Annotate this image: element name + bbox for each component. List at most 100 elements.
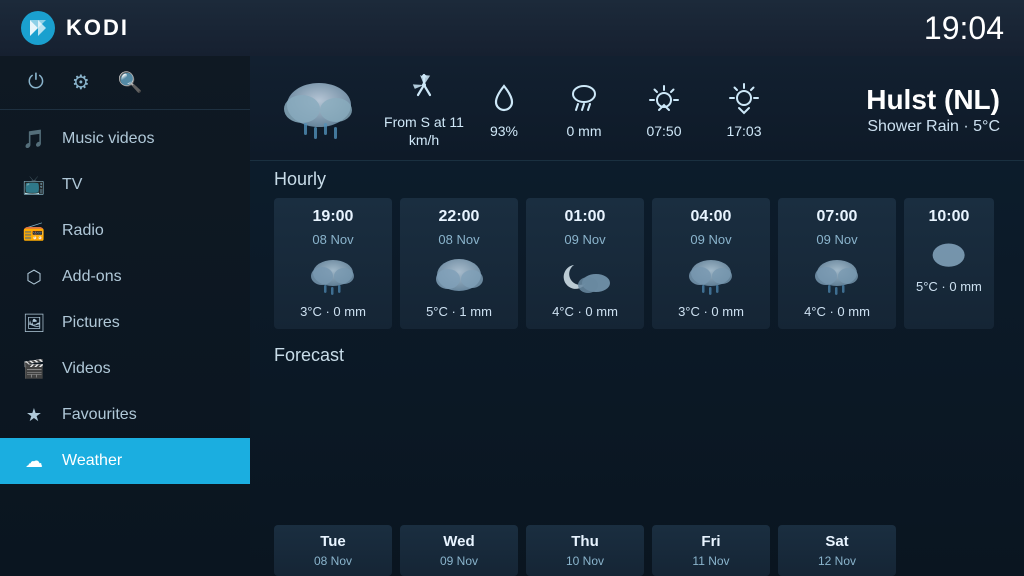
forecast-date-tue: 08 Nov — [314, 554, 352, 568]
hour-icon-1 — [306, 253, 361, 298]
hour-time-4: 04:00 — [691, 208, 732, 226]
hour-card-3[interactable]: 01:00 09 Nov 4°C · 0 mm — [526, 198, 644, 329]
hour-time-5: 07:00 — [817, 208, 858, 226]
hour-icon-6 — [929, 238, 969, 273]
sidebar-label-weather: Weather — [62, 452, 122, 470]
sidebar-item-pictures[interactable]: 🖼 Pictures — [0, 300, 250, 346]
topbar-left: KODI — [20, 10, 129, 46]
weather-stats-row: From S at 11 km/h 93% — [384, 71, 784, 149]
forecast-day-sat: Sat — [825, 533, 848, 550]
hour-icon-5 — [810, 253, 865, 298]
tv-icon: 📺 — [22, 173, 46, 197]
sidebar-label-videos: Videos — [62, 360, 111, 378]
rain-icon — [566, 80, 602, 116]
forecast-card-thu[interactable]: Thu 10 Nov — [526, 525, 644, 576]
weather-header: From S at 11 km/h 93% — [250, 56, 1024, 161]
clock-display: 19:04 — [924, 10, 1004, 47]
hour-card-6[interactable]: 10:00 5°C · 0 mm — [904, 198, 994, 329]
weather-condition: Shower Rain · 5°C — [867, 118, 1000, 136]
radio-icon: 📻 — [22, 219, 46, 243]
hour-time-6: 10:00 — [928, 208, 969, 226]
forecast-day-wed: Wed — [443, 533, 474, 550]
hour-date-1: 08 Nov — [312, 232, 353, 247]
sidebar-item-weather[interactable]: ☁ Weather — [0, 438, 250, 484]
sidebar: ⏻ ⚙ 🔍 🎵 Music videos 📺 TV 📻 Radio ⬡ Add-… — [0, 56, 250, 576]
sidebar-label-radio: Radio — [62, 222, 104, 240]
forecast-card-tue[interactable]: Tue 08 Nov — [274, 525, 392, 576]
sunset-value: 17:03 — [726, 122, 761, 140]
hour-temp-4: 3°C · 0 mm — [678, 304, 744, 319]
hour-temp-3: 4°C · 0 mm — [552, 304, 618, 319]
wind-stat: From S at 11 km/h — [384, 71, 464, 149]
hour-date-2: 08 Nov — [438, 232, 479, 247]
sunset-icon — [726, 80, 762, 116]
sunrise-stat: 07:50 — [624, 80, 704, 140]
forecast-card-wed[interactable]: Wed 09 Nov — [400, 525, 518, 576]
sidebar-item-addons[interactable]: ⬡ Add-ons — [0, 254, 250, 300]
weather-location-block: Hulst (NL) Shower Rain · 5°C — [804, 84, 1000, 136]
humidity-icon — [486, 80, 522, 116]
sidebar-item-music-videos[interactable]: 🎵 Music videos — [0, 116, 250, 162]
favourites-icon: ★ — [22, 403, 46, 427]
forecast-day-fri: Fri — [701, 533, 720, 550]
hour-time-3: 01:00 — [565, 208, 606, 226]
forecast-day-tue: Tue — [320, 533, 346, 550]
music-videos-icon: 🎵 — [22, 127, 46, 151]
main-weather-icon — [274, 70, 364, 150]
sidebar-nav: 🎵 Music videos 📺 TV 📻 Radio ⬡ Add-ons 🖼 … — [0, 110, 250, 576]
hour-card-5[interactable]: 07:00 09 Nov 4°C · 0 mm — [778, 198, 896, 329]
sidebar-label-pictures: Pictures — [62, 314, 120, 332]
hour-card-1[interactable]: 19:00 08 Nov 3°C · 0 mm — [274, 198, 392, 329]
forecast-card-fri[interactable]: Fri 11 Nov — [652, 525, 770, 576]
pictures-icon: 🖼 — [22, 311, 46, 335]
hour-temp-2: 5°C · 1 mm — [426, 304, 492, 319]
sidebar-label-music-videos: Music videos — [62, 130, 154, 148]
humidity-value: 93% — [490, 122, 518, 140]
sidebar-item-tv[interactable]: 📺 TV — [0, 162, 250, 208]
topbar: KODI 19:04 — [0, 0, 1024, 56]
sidebar-item-videos[interactable]: 🎬 Videos — [0, 346, 250, 392]
hour-date-5: 09 Nov — [816, 232, 857, 247]
weather-location: Hulst (NL) — [866, 84, 1000, 116]
forecast-date-thu: 10 Nov — [566, 554, 604, 568]
sidebar-item-radio[interactable]: 📻 Radio — [0, 208, 250, 254]
sunrise-value: 07:50 — [646, 122, 681, 140]
power-icon[interactable]: ⏻ — [28, 71, 44, 94]
hour-date-3: 09 Nov — [564, 232, 605, 247]
rain-stat: 0 mm — [544, 80, 624, 140]
forecast-date-fri: 11 Nov — [692, 554, 729, 568]
hour-time-2: 22:00 — [439, 208, 480, 226]
hour-icon-2 — [432, 253, 487, 298]
forecast-day-thu: Thu — [571, 533, 599, 550]
settings-icon[interactable]: ⚙ — [72, 70, 90, 95]
wind-value: From S at 11 km/h — [384, 113, 464, 149]
app-title: KODI — [66, 15, 129, 41]
main-layout: ⏻ ⚙ 🔍 🎵 Music videos 📺 TV 📻 Radio ⬡ Add-… — [0, 56, 1024, 576]
hour-temp-1: 3°C · 0 mm — [300, 304, 366, 319]
sidebar-label-addons: Add-ons — [62, 268, 122, 286]
hour-icon-3 — [558, 253, 613, 298]
addons-icon: ⬡ — [22, 265, 46, 289]
weather-icon: ☁ — [22, 449, 46, 473]
humidity-stat: 93% — [464, 80, 544, 140]
hour-card-4[interactable]: 04:00 09 Nov 3°C · 0 mm — [652, 198, 770, 329]
forecast-date-sat: 12 Nov — [818, 554, 856, 568]
cloud-rain-main-icon — [274, 73, 364, 148]
sunrise-icon — [646, 80, 682, 116]
forecast-card-sat[interactable]: Sat 12 Nov — [778, 525, 896, 576]
search-icon[interactable]: 🔍 — [118, 70, 143, 95]
videos-icon: 🎬 — [22, 357, 46, 381]
forecast-row: Tue 08 Nov Wed 09 Nov Thu 10 Nov Fri 11 … — [250, 521, 1024, 576]
hourly-wrapper: 19:00 08 Nov 3°C · 0 mm 22:00 — [250, 194, 1024, 337]
sidebar-top-icons: ⏻ ⚙ 🔍 — [0, 56, 250, 110]
hour-icon-4 — [684, 253, 739, 298]
forecast-section-label: Forecast — [250, 337, 1024, 521]
sidebar-item-favourites[interactable]: ★ Favourites — [0, 392, 250, 438]
hourly-section-label: Hourly — [250, 161, 1024, 194]
hour-time-1: 19:00 — [313, 208, 354, 226]
kodi-logo-icon — [20, 10, 56, 46]
wind-icon — [406, 71, 442, 107]
sidebar-label-favourites: Favourites — [62, 406, 137, 424]
hour-card-2[interactable]: 22:00 08 Nov 5°C · 1 mm — [400, 198, 518, 329]
sidebar-label-tv: TV — [62, 176, 82, 194]
